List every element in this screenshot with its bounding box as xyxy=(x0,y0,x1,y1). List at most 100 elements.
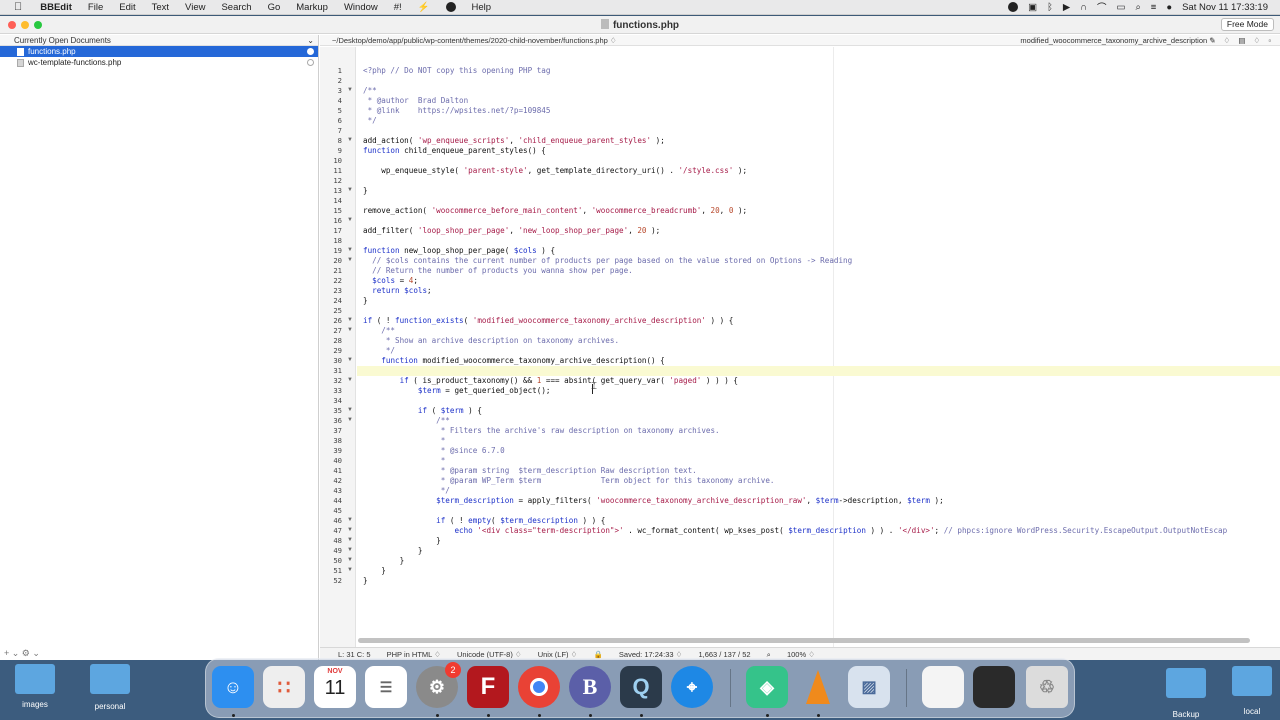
fold-triangle-icon[interactable]: ▼ xyxy=(347,527,353,533)
siri-icon[interactable]: ● xyxy=(1166,2,1172,13)
code-line[interactable]: <?php // Do NOT copy this opening PHP ta… xyxy=(363,66,550,76)
code-line[interactable]: } xyxy=(363,186,368,196)
reminders-icon[interactable]: ☰ xyxy=(365,666,407,708)
desktop-folder-backup[interactable]: Backup xyxy=(1156,710,1216,719)
code-line[interactable]: $cols = 4; xyxy=(363,276,418,286)
code-line[interactable]: function child_enqueue_parent_styles() { xyxy=(363,146,546,156)
fold-triangle-icon[interactable]: ▼ xyxy=(347,357,353,363)
sidebar-item-wc-template-functions[interactable]: wc-template-functions.php xyxy=(0,57,318,68)
sidebar-item-functions-php[interactable]: functions.php xyxy=(0,46,318,57)
menu-window[interactable]: Window xyxy=(336,2,386,13)
code-line[interactable]: } xyxy=(363,536,441,546)
code-line[interactable]: * xyxy=(363,436,446,446)
fold-triangle-icon[interactable]: ▼ xyxy=(347,557,353,563)
code-line[interactable]: * @link https://wpsites.net/?p=109845 xyxy=(363,106,551,116)
code-line[interactable]: if ( is_product_taxonomy() && 1 === absi… xyxy=(363,376,738,386)
code-line[interactable]: * @param string $term_description Raw de… xyxy=(363,466,697,476)
desktop-folder-images[interactable]: images xyxy=(5,700,65,709)
free-mode-button[interactable]: Free Mode xyxy=(1220,18,1274,31)
spotlight-icon[interactable]: ⌕ xyxy=(1135,2,1140,13)
chrome-icon[interactable] xyxy=(518,666,560,708)
code-line[interactable]: $term = get_queried_object(); xyxy=(363,386,551,396)
menu-search[interactable]: Search xyxy=(213,2,259,13)
fold-triangle-icon[interactable]: ▼ xyxy=(347,377,353,383)
wifi-icon[interactable]: ⌒ xyxy=(1097,0,1107,14)
fold-triangle-icon[interactable]: ▼ xyxy=(347,257,353,263)
apple-menu-icon[interactable]:  xyxy=(0,1,32,13)
horizontal-scrollbar[interactable] xyxy=(358,638,1250,643)
fold-triangle-icon[interactable]: ▼ xyxy=(347,187,353,193)
code-line[interactable]: add_filter( 'loop_shop_per_page', 'new_l… xyxy=(363,226,660,236)
code-line[interactable]: // $cols contains the current number of … xyxy=(363,256,852,266)
code-text-area[interactable]: <?php // Do NOT copy this opening PHP ta… xyxy=(357,47,1280,649)
menu-shebang[interactable]: #! xyxy=(386,2,410,13)
calendar-icon[interactable]: NOV 11 xyxy=(314,666,356,708)
code-line[interactable]: } xyxy=(363,566,386,576)
display-icon[interactable]: ▣ xyxy=(1028,2,1037,13)
screenshot-thumbnail-icon[interactable] xyxy=(922,666,964,708)
menu-file[interactable]: File xyxy=(80,2,111,13)
menu-view[interactable]: View xyxy=(177,2,213,13)
code-line[interactable]: function new_loop_shop_per_page( $cols )… xyxy=(363,246,555,256)
code-line[interactable]: /** xyxy=(363,326,395,336)
navbar-tools[interactable]: ✎ ♢ ▤ ♢ ▫ xyxy=(1209,35,1274,46)
bbedit-icon[interactable]: B xyxy=(569,666,611,708)
code-line[interactable]: } xyxy=(363,556,405,566)
fold-triangle-icon[interactable]: ▼ xyxy=(347,547,353,553)
file-path-popup[interactable]: ~/Desktop/demo/app/public/wp-content/the… xyxy=(332,36,617,45)
code-line[interactable]: * @author Brad Dalton xyxy=(363,96,469,106)
code-line[interactable]: $term_description = apply_filters( 'wooc… xyxy=(363,496,944,506)
preview-icon[interactable]: ▨ xyxy=(848,666,890,708)
finder-icon[interactable]: ☺ xyxy=(212,666,254,708)
code-line[interactable]: * Filters the archive's raw description … xyxy=(363,426,720,436)
close-document-icon[interactable] xyxy=(307,48,314,55)
launchpad-icon[interactable]: ∷ xyxy=(263,666,305,708)
battery-icon[interactable]: ▭ xyxy=(1116,2,1125,13)
chevron-down-icon[interactable]: ⌄ xyxy=(307,35,314,46)
menu-text[interactable]: Text xyxy=(144,2,177,13)
code-line[interactable]: */ xyxy=(363,116,377,126)
bbedit-c-menu-icon[interactable] xyxy=(438,1,464,13)
safari-icon[interactable]: ⌖ xyxy=(671,666,713,708)
fold-triangle-icon[interactable]: ▼ xyxy=(347,327,353,333)
code-line[interactable]: if ( ! function_exists( 'modified_woocom… xyxy=(363,316,733,326)
control-center-icon[interactable]: ≡ xyxy=(1151,2,1157,13)
fold-triangle-icon[interactable]: ▼ xyxy=(347,217,353,223)
code-line[interactable]: remove_action( 'woocommerce_before_main_… xyxy=(363,206,747,216)
fold-triangle-icon[interactable]: ▼ xyxy=(347,317,353,323)
folder-icon[interactable] xyxy=(90,664,130,694)
code-line[interactable]: } xyxy=(363,296,368,306)
code-line[interactable]: /** xyxy=(363,416,450,426)
code-line[interactable]: * xyxy=(363,456,446,466)
code-line[interactable]: if ( $term ) { xyxy=(363,406,482,416)
code-line[interactable]: } xyxy=(363,576,368,586)
menu-go[interactable]: Go xyxy=(260,2,289,13)
fold-triangle-icon[interactable]: ▼ xyxy=(347,137,353,143)
vlc-icon[interactable] xyxy=(797,666,839,708)
screenshot-thumbnail-icon[interactable] xyxy=(973,666,1015,708)
app-menu[interactable]: BBEdit xyxy=(32,2,80,13)
scripts-menu-icon[interactable]: ⚡ xyxy=(410,2,438,13)
fold-triangle-icon[interactable]: ▼ xyxy=(347,247,353,253)
code-line[interactable]: if ( ! empty( $term_description ) ) { xyxy=(363,516,605,526)
menubar-clock[interactable]: Sat Nov 11 17:33:19 xyxy=(1182,2,1268,13)
code-line[interactable]: * Show an archive description on taxonom… xyxy=(363,336,619,346)
code-line[interactable]: echo '<div class="term-description">' . … xyxy=(363,526,1227,536)
menu-edit[interactable]: Edit xyxy=(111,2,143,13)
local-app-icon[interactable]: ◈ xyxy=(746,666,788,708)
code-line[interactable]: function modified_woocommerce_taxonomy_a… xyxy=(363,356,664,366)
folder-icon[interactable] xyxy=(15,664,55,694)
fold-triangle-icon[interactable]: ▼ xyxy=(347,417,353,423)
record-icon[interactable] xyxy=(998,1,1019,13)
code-line[interactable]: */ xyxy=(363,486,450,496)
sidebar-header[interactable]: Currently Open Documents ⌄ xyxy=(0,35,318,46)
fold-triangle-icon[interactable]: ▼ xyxy=(347,537,353,543)
fold-triangle-icon[interactable]: ▼ xyxy=(347,87,353,93)
fold-triangle-icon[interactable]: ▼ xyxy=(347,407,353,413)
code-line[interactable]: * @param WP_Term $term Term object for t… xyxy=(363,476,775,486)
folder-icon[interactable] xyxy=(1232,666,1272,696)
code-editor[interactable]: 1 2 3 ▼ 4 5 6 7 8 ▼ 9 10 11 12 13 ▼ 14 15 16 ▼ 17 18 19 ▼ 20 ▼ 21 2… xyxy=(320,47,1280,649)
folder-icon[interactable] xyxy=(1166,668,1206,698)
code-line[interactable]: add_action( 'wp_enqueue_scripts', 'child… xyxy=(363,136,665,146)
code-line[interactable]: return $cols; xyxy=(363,286,431,296)
